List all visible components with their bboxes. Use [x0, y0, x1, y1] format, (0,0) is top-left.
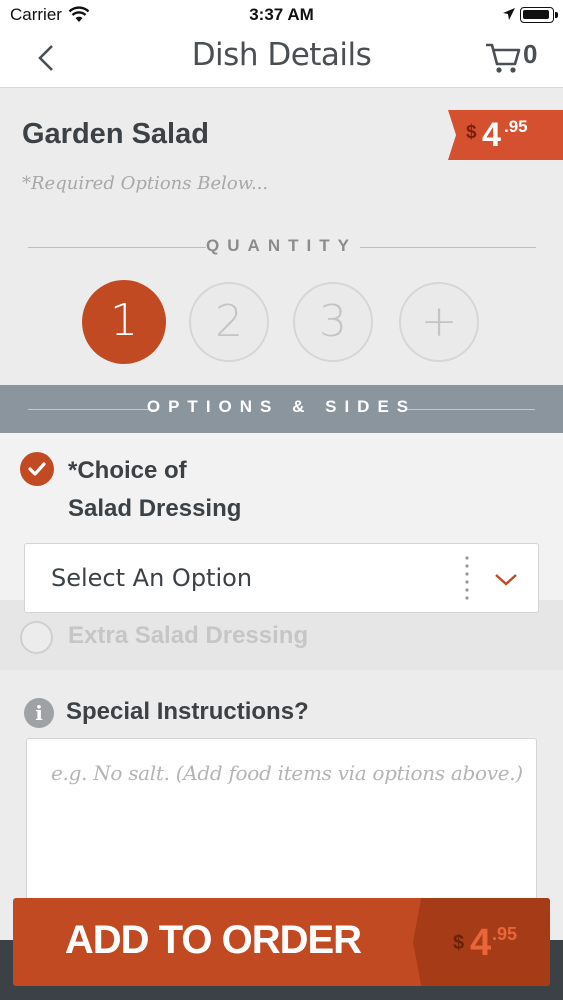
- price-whole: 4: [482, 116, 501, 154]
- quantity-option-more[interactable]: +: [399, 282, 479, 362]
- clock: 3:37 AM: [249, 5, 314, 24]
- chevron-down-icon[interactable]: [493, 566, 519, 592]
- special-instructions-title: Special Instructions?: [66, 698, 309, 725]
- options-section-header: OPTIONS & SIDES: [0, 385, 563, 433]
- quantity-option-2[interactable]: 2: [189, 282, 269, 362]
- battery-icon: [520, 7, 558, 23]
- info-icon: i: [24, 698, 54, 728]
- nav-bar: Dish Details 0: [0, 30, 563, 88]
- dressing-title-line1: *Choice of: [68, 457, 187, 484]
- select-value[interactable]: Select An Option: [51, 564, 252, 592]
- dish-name: Garden Salad: [22, 118, 209, 150]
- price-currency: $: [466, 122, 477, 143]
- cart-count[interactable]: 0: [523, 39, 537, 70]
- dressing-select[interactable]: Select An Option: [24, 543, 539, 613]
- quantity-option-3[interactable]: 3: [293, 282, 373, 362]
- price-tag: $ 4 .95: [448, 110, 563, 160]
- add-to-order-label: ADD TO ORDER: [64, 918, 362, 962]
- cart-icon[interactable]: [484, 40, 522, 76]
- add-to-order-button[interactable]: ADD TO ORDER $ 4 .95: [13, 898, 550, 986]
- button-price-whole: 4: [470, 922, 492, 964]
- required-note: *Required Options Below...: [22, 173, 269, 194]
- price-cents: .95: [504, 117, 528, 136]
- button-price-cents: .95: [492, 924, 518, 944]
- vertical-dots-divider: [465, 554, 469, 604]
- dressing-option-title: *Choice of Salad Dressing: [68, 452, 241, 528]
- location-icon: [503, 8, 515, 20]
- page-title: Dish Details: [191, 37, 372, 73]
- special-instructions-field[interactable]: e.g. No salt. (Add food items via option…: [26, 738, 537, 918]
- quantity-option-1[interactable]: 1: [82, 280, 166, 364]
- checkmark-icon[interactable]: [20, 452, 54, 486]
- dressing-title-line2: Salad Dressing: [68, 495, 242, 522]
- status-bar: Carrier 3:37 AM: [0, 0, 563, 30]
- button-price-currency: $: [453, 932, 465, 954]
- quantity-label: QUANTITY: [206, 236, 357, 255]
- button-price-zone: $ 4 .95: [413, 898, 550, 986]
- special-instructions-placeholder: e.g. No salt. (Add food items via option…: [51, 761, 523, 785]
- options-section-label: OPTIONS & SIDES: [146, 397, 417, 416]
- extra-dressing-label[interactable]: Extra Salad Dressing: [68, 622, 308, 650]
- check-glyph-icon: [28, 462, 46, 476]
- radio-icon[interactable]: [20, 621, 53, 654]
